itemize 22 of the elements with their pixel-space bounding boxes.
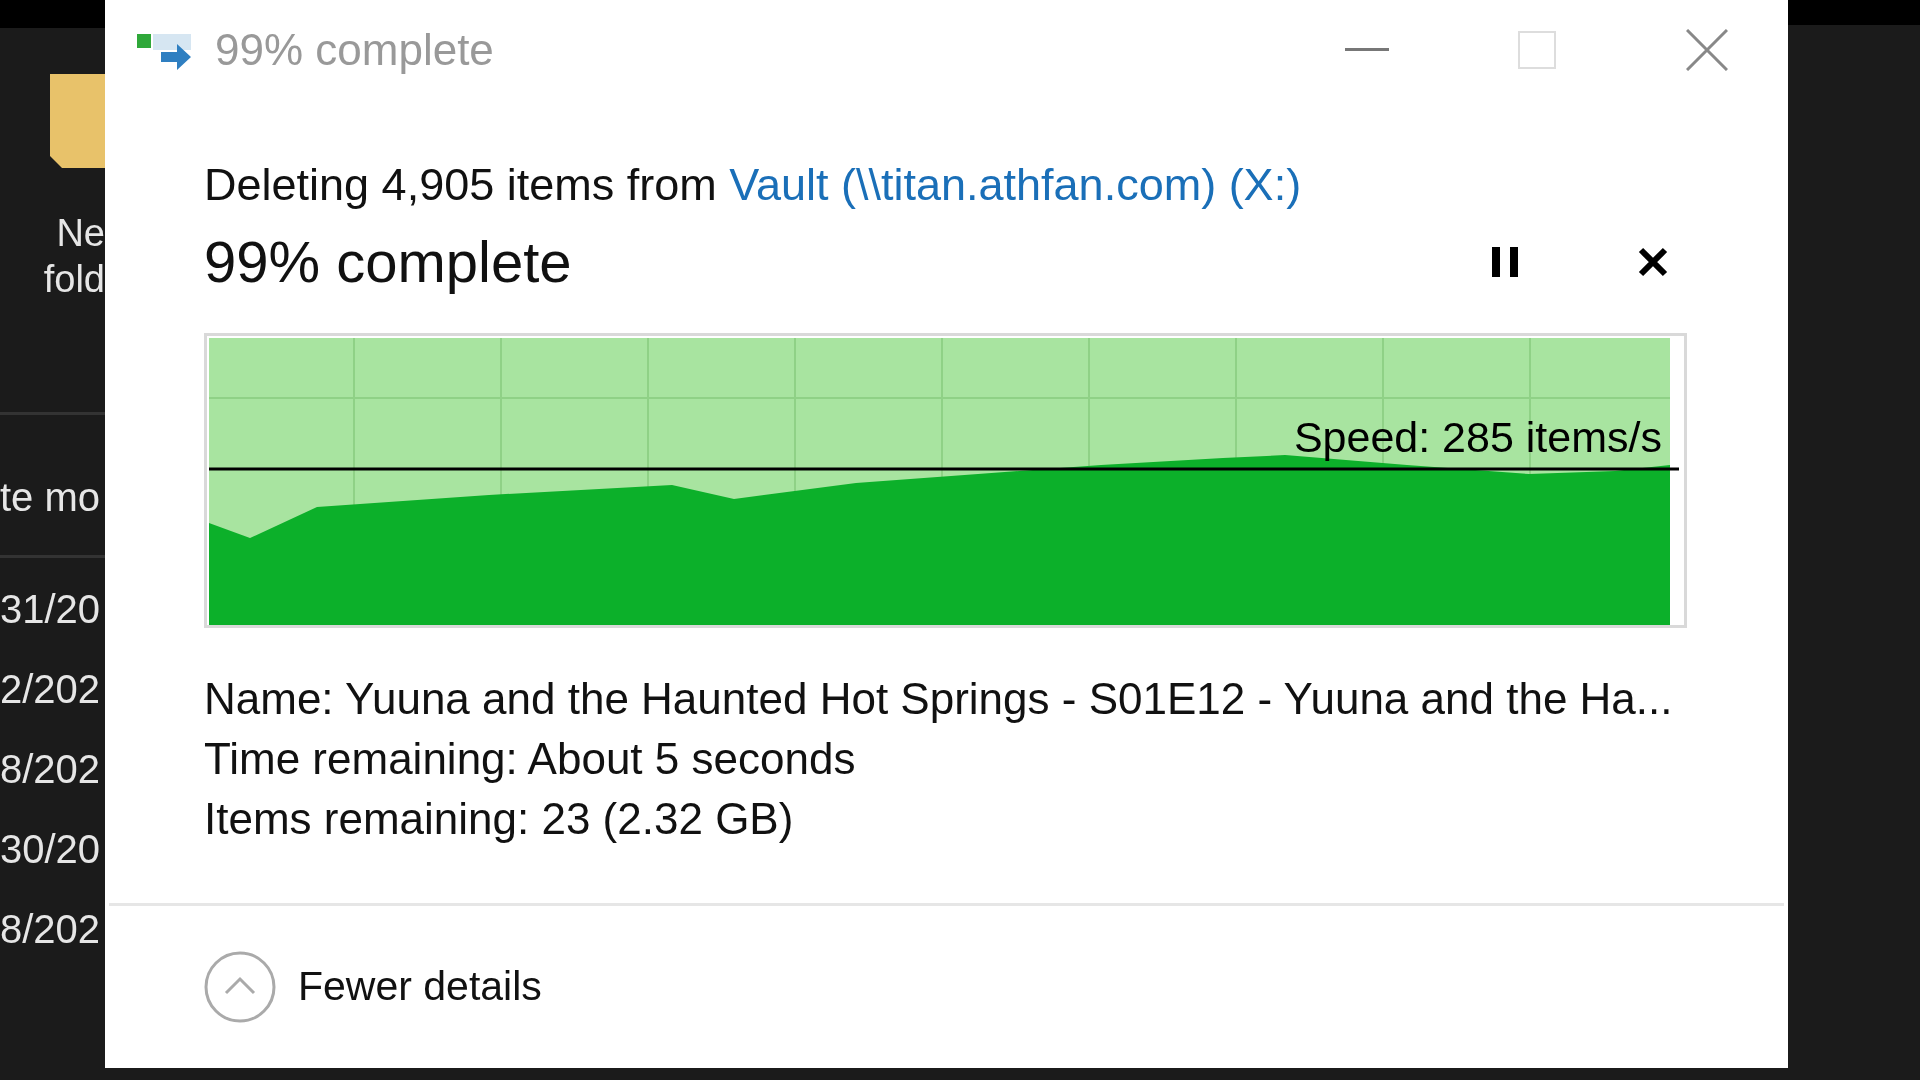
folder-label: Ne — [56, 211, 105, 256]
date-cell-text: 8/202 — [0, 906, 102, 952]
operation-description: Deleting 4,905 items from Vault (\\titan.athfan.com) (X:) — [204, 162, 1303, 207]
window-title: 99% complete — [215, 24, 494, 76]
drive-link[interactable]: Vault (\\titan.athfan.com) (X:) — [729, 159, 1302, 210]
date-cell-text: 30/20 — [0, 826, 102, 872]
pause-icon — [1492, 247, 1518, 277]
column-header: te mo — [0, 477, 102, 517]
date-cell-text: 8/202 — [0, 746, 102, 792]
cancel-icon — [1638, 247, 1668, 277]
detail-line: Name: Yuuna and the Haunted Hot Springs - S01E12 - Yuuna and the Ha... — [204, 673, 1674, 725]
close-icon — [1686, 29, 1728, 71]
date-cell-text: 2/202 — [0, 666, 102, 712]
detail-line: Items remaining: 23 (2.32 GB) — [204, 793, 795, 845]
folder-label: fold — [43, 257, 105, 302]
speed-label: Speed: 285 items/s — [1293, 416, 1662, 459]
date-cell-text: 31/20 — [0, 586, 102, 632]
chevron-circle-icon — [204, 951, 276, 1023]
minimize-icon — [1345, 48, 1389, 52]
detail-line: Time remaining: About 5 seconds — [204, 733, 857, 785]
maximize-icon — [1518, 31, 1556, 69]
fewer-details-button[interactable]: Fewer details — [204, 951, 542, 1023]
